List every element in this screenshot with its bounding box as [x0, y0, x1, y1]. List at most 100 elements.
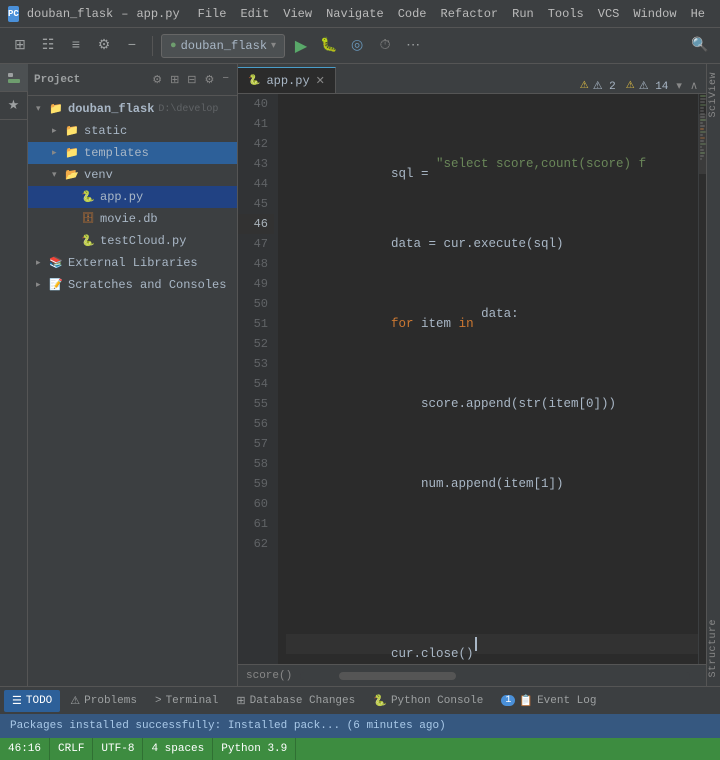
editor-bottom: score()	[238, 664, 706, 686]
panel-tool-collapse[interactable]: ⊟	[185, 71, 198, 89]
run-config-dropdown[interactable]: ● douban_flask ▾	[161, 34, 285, 58]
toolbar: ⊞ ☷ ≡ ⚙ − ● douban_flask ▾ ▶ 🐛 ◎ ⏱ ⋯ 🔍	[0, 28, 720, 64]
menu-run[interactable]: Run	[506, 5, 540, 23]
panel-tool-close[interactable]: −	[220, 71, 231, 89]
horizontal-scrollbar[interactable]	[300, 672, 690, 680]
ln-47: 47	[238, 234, 274, 254]
python-console-tab[interactable]: 🐍 Python Console	[365, 690, 491, 712]
ln-55: 55	[238, 394, 274, 414]
right-sidebar: SciView Structure	[706, 64, 720, 686]
tree-ext-libs[interactable]: ▸ 📚 External Libraries	[28, 252, 237, 274]
sidebar-tab-favorites[interactable]: ★	[0, 92, 28, 120]
ln-51: 51	[238, 314, 274, 334]
code-line-46[interactable]: cur.close()	[286, 634, 698, 654]
structure-label[interactable]: Structure	[708, 611, 719, 686]
warn-count: ⚠ 2	[593, 79, 616, 93]
python-console-icon: 🐍	[373, 694, 387, 708]
sidebar-tab-project[interactable]	[0, 64, 28, 92]
ln-57: 57	[238, 434, 274, 454]
collapse-icon[interactable]: ∧	[690, 79, 698, 93]
toolbar-more[interactable]: ⋯	[401, 34, 425, 58]
sciview-label[interactable]: SciView	[708, 64, 719, 126]
expand-icon[interactable]: ▾	[676, 79, 682, 93]
ln-50: 50	[238, 294, 274, 314]
status-crlf[interactable]: CRLF	[50, 738, 93, 760]
event-log-tab[interactable]: 1 📋 Event Log	[493, 690, 604, 712]
toolbar-search[interactable]: 🔍	[688, 34, 712, 58]
project-panel: Project ⚙ ⊞ ⊟ ⚙ − ▾ 📁 douban_flask D:\de…	[28, 64, 238, 686]
toolbar-btn-1[interactable]: ⊞	[8, 34, 32, 58]
tree-app-py[interactable]: ▸ 🐍 app.py	[28, 186, 237, 208]
toolbar-settings[interactable]: ⚙	[92, 34, 116, 58]
tree-scratches[interactable]: ▸ 📝 Scratches and Consoles	[28, 274, 237, 296]
menu-view[interactable]: View	[277, 5, 318, 23]
tree-scratches-label: Scratches and Consoles	[68, 278, 226, 292]
tree-static[interactable]: ▸ 📁 static	[28, 120, 237, 142]
app-icon: PC	[8, 6, 19, 22]
panel-tool-settings[interactable]: ⚙	[203, 71, 217, 89]
python-console-label: Python Console	[391, 695, 483, 707]
tab-app-py[interactable]: 🐍 app.py ✕	[238, 67, 336, 93]
scroll-thumb[interactable]	[339, 672, 456, 680]
notification-text: Packages installed successfully: Install…	[10, 720, 446, 732]
menu-he[interactable]: He	[685, 5, 711, 23]
toolbar-btn-2[interactable]: ☷	[36, 34, 60, 58]
menu-code[interactable]: Code	[392, 5, 433, 23]
menu-window[interactable]: Window	[627, 5, 682, 23]
todo-label: TODO	[26, 695, 52, 707]
main-area: ★ Project ⚙ ⊞ ⊟ ⚙ − ▾ 📁 douban_flask D:\…	[0, 64, 720, 686]
toolbar-profile[interactable]: ⏱	[373, 34, 397, 58]
tree-templates-label: templates	[84, 146, 149, 160]
toolbar-btn-3[interactable]: ≡	[64, 34, 88, 58]
tree-templates[interactable]: ▸ 📁 templates	[28, 142, 237, 164]
editor-area: 🐍 app.py ✕ ⚠ ⚠ 2 ⚠ ⚠ 14 ▾ ∧ 40 41 42 43 …	[238, 64, 706, 686]
db-changes-icon: ⊞	[236, 694, 245, 708]
status-line-col[interactable]: 46:16	[0, 738, 50, 760]
run-config-label: douban_flask	[181, 39, 267, 53]
menu-refactor[interactable]: Refactor	[435, 5, 505, 23]
status-encoding[interactable]: UTF-8	[93, 738, 143, 760]
terminal-tab[interactable]: > Terminal	[147, 691, 226, 711]
toolbar-minus[interactable]: −	[120, 34, 144, 58]
toolbar-coverage[interactable]: ◎	[345, 34, 369, 58]
panel-title: Project	[34, 74, 80, 86]
tree-venv[interactable]: ▾ 📂 venv	[28, 164, 237, 186]
ln-60: 60	[238, 494, 274, 514]
problems-tab[interactable]: ⚠ Problems	[62, 690, 145, 712]
status-python-version[interactable]: Python 3.9	[213, 738, 296, 760]
menu-navigate[interactable]: Navigate	[320, 5, 390, 23]
panel-tool-expand[interactable]: ⊞	[168, 71, 181, 89]
notification-bar: Packages installed successfully: Install…	[0, 714, 720, 738]
status-bar: 46:16 CRLF UTF-8 4 spaces Python 3.9	[0, 738, 720, 760]
error-count: ⚠ 14	[639, 79, 669, 93]
code-line-44: ⚠ num.append(item[1])	[286, 474, 698, 494]
todo-tab[interactable]: ☰ TODO	[4, 690, 60, 712]
run-button[interactable]: ▶	[289, 34, 313, 58]
ln-45: 45	[238, 194, 274, 214]
status-indent[interactable]: 4 spaces	[143, 738, 213, 760]
menu-vcs[interactable]: VCS	[592, 5, 626, 23]
db-changes-tab[interactable]: ⊞ Database Changes	[228, 690, 363, 712]
ln-46: 46	[238, 214, 274, 234]
ln-43: 43	[238, 154, 274, 174]
tree-movie-db[interactable]: ▸ 🗄 movie.db	[28, 208, 237, 230]
ln-62: 62	[238, 534, 274, 554]
tree-venv-label: venv	[84, 168, 113, 182]
tree-testcloud-py[interactable]: ▸ 🐍 testCloud.py	[28, 230, 237, 252]
title-project: douban_flask	[27, 7, 113, 21]
title-sep: –	[121, 7, 128, 21]
debug-button[interactable]: 🐛	[317, 34, 341, 58]
code-content[interactable]: sql = "select score,count(score) f data …	[278, 94, 698, 664]
menu-edit[interactable]: Edit	[234, 5, 275, 23]
event-log-label: Event Log	[537, 695, 596, 707]
problems-label: Problems	[84, 695, 137, 707]
tab-close-icon[interactable]: ✕	[316, 74, 325, 88]
code-line-42: ⚠ for item in data:	[286, 314, 698, 334]
tree-root[interactable]: ▾ 📁 douban_flask D:\develop	[28, 98, 237, 120]
ln-54: 54	[238, 374, 274, 394]
menu-tools[interactable]: Tools	[542, 5, 590, 23]
panel-tool-gear[interactable]: ⚙	[150, 71, 164, 89]
menu-file[interactable]: File	[192, 5, 233, 23]
encoding-value: UTF-8	[101, 743, 134, 755]
minimap	[698, 94, 706, 664]
